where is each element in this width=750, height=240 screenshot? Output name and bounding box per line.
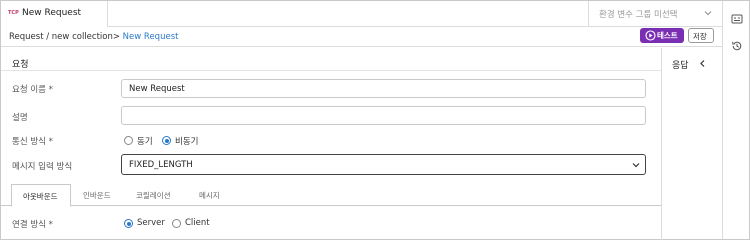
- request-tab[interactable]: TCP New Request: [1, 1, 108, 28]
- radio-client-label: Client: [185, 218, 210, 228]
- tab-message[interactable]: 메시지: [188, 184, 236, 206]
- message-subtabs: 아웃바운드 인바운드 코릴레이션 메시지: [1, 184, 661, 207]
- radio-server-dot: [124, 219, 133, 228]
- radio-sync-label: 동기: [137, 137, 153, 147]
- play-icon: [645, 30, 656, 41]
- test-button-label: 테스트: [657, 31, 678, 40]
- chevron-down-icon: [704, 11, 712, 16]
- msg-input-method-value: FIXED_LENGTH: [129, 160, 193, 170]
- name-label: 요청 이름 *: [12, 85, 53, 95]
- tab-inbound-label: 인바운드: [83, 191, 111, 200]
- save-button-label: 저장: [693, 32, 707, 41]
- description-label: 설명: [12, 113, 28, 123]
- test-button[interactable]: 테스트: [640, 28, 684, 43]
- tab-inbound[interactable]: 인바운드: [72, 184, 124, 206]
- history-icon[interactable]: [731, 40, 743, 52]
- name-input-value: New Request: [129, 84, 185, 94]
- breadcrumb-current: New Request: [119, 32, 179, 42]
- save-button[interactable]: 저장: [688, 28, 714, 43]
- tab-outbound-label: 아웃바운드: [23, 192, 58, 201]
- env-group-placeholder: 환경 변수 그룹 미선택: [599, 10, 678, 20]
- msg-input-method-label: 메시지 입력 방식: [12, 162, 73, 172]
- comm-method-label: 통신 방식 *: [12, 137, 53, 147]
- description-input[interactable]: [121, 106, 646, 125]
- connection-label: 연결 방식 *: [12, 220, 53, 230]
- radio-async-dot: [162, 136, 171, 145]
- tab-outbound[interactable]: 아웃바운드: [11, 184, 71, 207]
- name-input[interactable]: New Request: [121, 79, 646, 98]
- msg-input-method-select[interactable]: FIXED_LENGTH: [121, 154, 646, 175]
- breadcrumb: Request / new collection> New Request: [9, 32, 178, 42]
- divider: [1, 70, 661, 71]
- variables-icon[interactable]: [731, 13, 743, 25]
- env-group-select[interactable]: 환경 변수 그룹 미선택: [588, 1, 722, 26]
- tab-correlation-label: 코릴레이션: [136, 191, 171, 200]
- radio-async-label: 비동기: [175, 137, 199, 147]
- breadcrumb-bar: Request / new collection> New Request: [1, 27, 722, 47]
- radio-client-dot: [172, 219, 181, 228]
- chevron-left-icon[interactable]: [698, 59, 707, 68]
- tab-title: New Request: [22, 8, 82, 18]
- tab-message-label: 메시지: [199, 191, 220, 200]
- chevron-down-icon: [632, 163, 640, 168]
- method-badge: TCP: [8, 10, 19, 16]
- radio-server-label: Server: [137, 218, 165, 228]
- response-panel: 응답: [661, 48, 722, 240]
- section-title: 요청: [12, 60, 29, 70]
- tab-correlation[interactable]: 코릴레이션: [125, 184, 187, 206]
- breadcrumb-path[interactable]: Request / new collection>: [9, 32, 120, 42]
- right-rail: [722, 1, 749, 239]
- response-label: 응답: [672, 61, 689, 71]
- radio-sync-dot: [124, 136, 133, 145]
